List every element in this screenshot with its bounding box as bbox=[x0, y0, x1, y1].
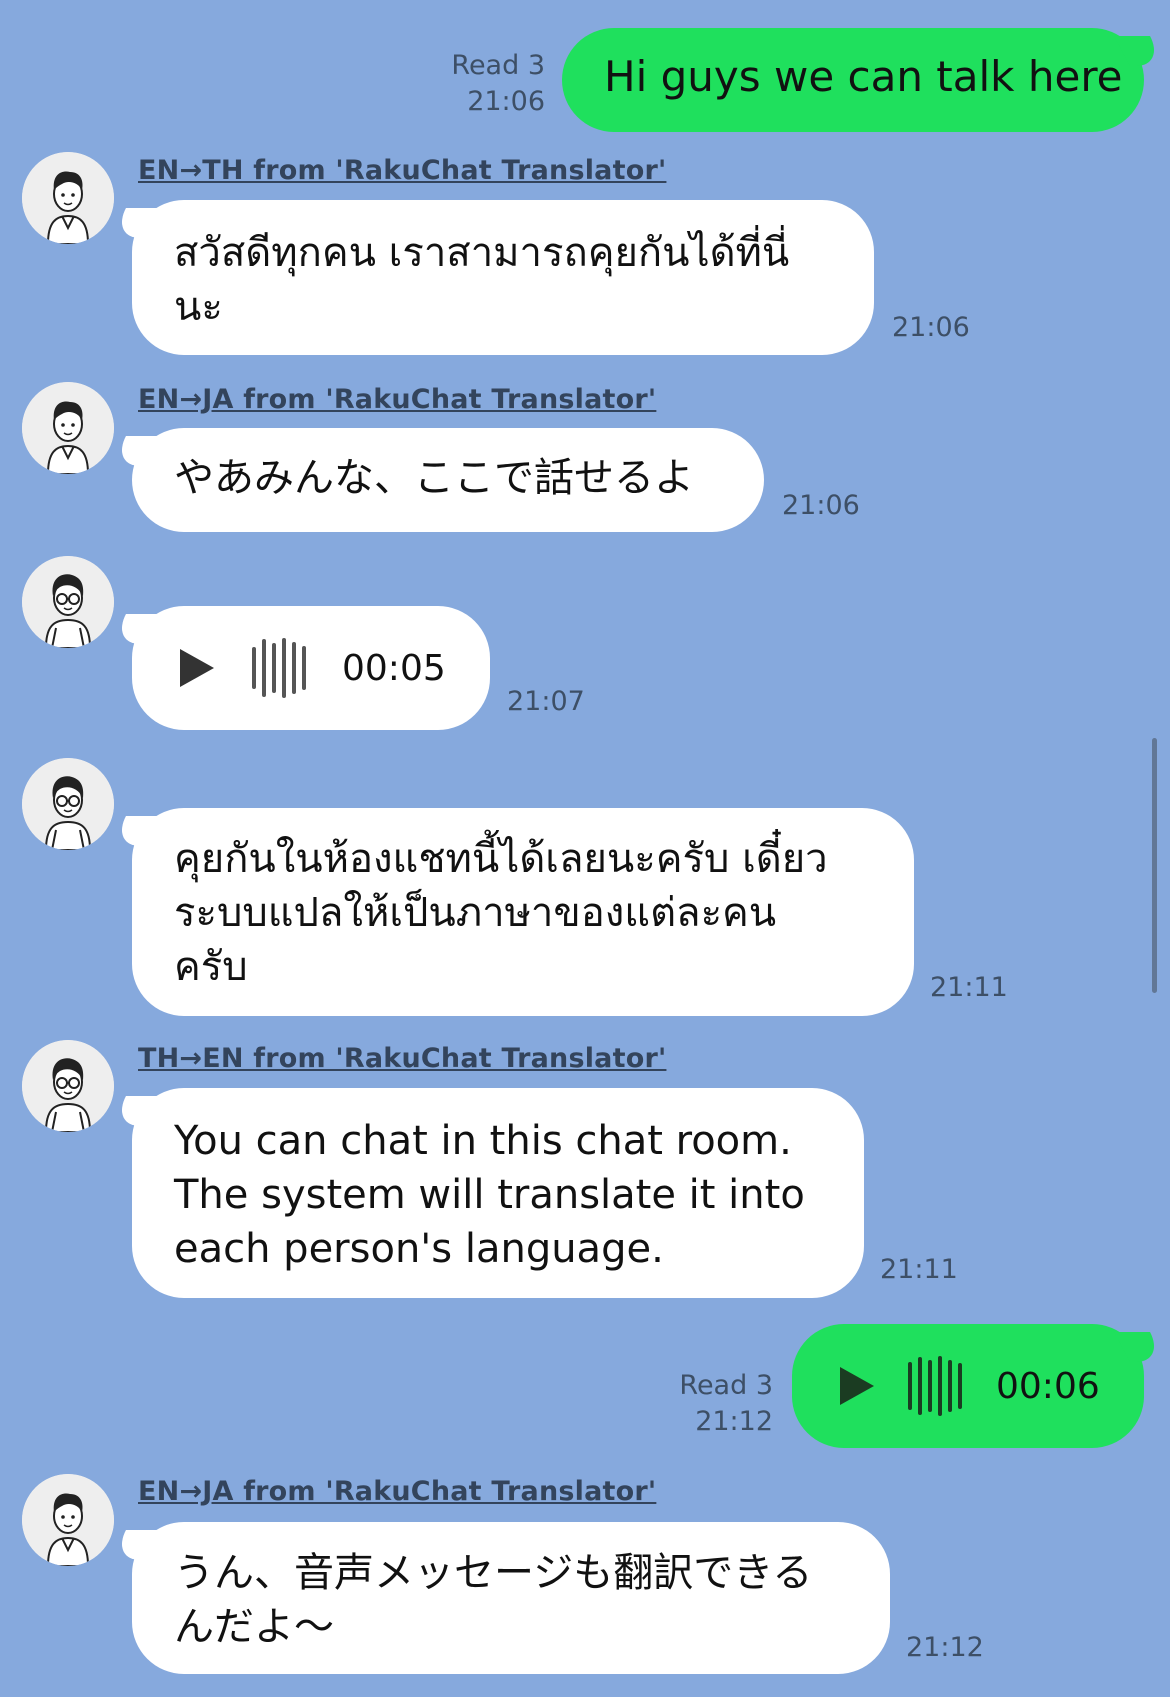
voice-message-bubble[interactable]: 00:05 bbox=[132, 606, 490, 730]
message-text: Hi guys we can talk here bbox=[604, 52, 1123, 101]
voice-player: 00:06 bbox=[792, 1324, 1144, 1448]
message-meta: Read 3 21:12 bbox=[628, 1368, 773, 1440]
man-avatar-icon[interactable] bbox=[22, 1474, 114, 1566]
message-time: 21:07 bbox=[507, 686, 585, 717]
voice-duration: 00:05 bbox=[342, 647, 446, 689]
message-bubble-incoming[interactable]: คุยกันในห้องแชทนี้ได้เลยนะครับ เดี๋ยว ระ… bbox=[132, 808, 914, 1016]
message-bubble-incoming[interactable]: やあみんな、ここで話せるよ bbox=[132, 428, 764, 532]
message-time: 21:12 bbox=[695, 1406, 773, 1437]
voice-player: 00:05 bbox=[132, 606, 490, 730]
message-time: 21:12 bbox=[906, 1632, 984, 1663]
message-text: You can chat in this chat room. The syst… bbox=[174, 1118, 805, 1272]
man-glasses-avatar-icon[interactable] bbox=[22, 556, 114, 648]
chat-screen: Read 3 21:06 Hi guys we can talk here EN… bbox=[0, 0, 1170, 1697]
man-glasses-avatar-icon[interactable] bbox=[22, 758, 114, 850]
voice-duration: 00:06 bbox=[996, 1365, 1100, 1407]
read-status: Read 3 bbox=[451, 50, 545, 81]
man-avatar-icon[interactable] bbox=[22, 152, 114, 244]
message-time: 21:06 bbox=[782, 490, 860, 521]
message-text: やあみんな、ここで話せるよ bbox=[174, 455, 694, 501]
message-time: 21:11 bbox=[930, 972, 1008, 1003]
message-time: 21:06 bbox=[467, 86, 545, 117]
message-meta: Read 3 21:06 bbox=[400, 48, 545, 120]
waveform-icon bbox=[252, 638, 306, 698]
waveform-icon bbox=[908, 1356, 962, 1416]
read-status: Read 3 bbox=[679, 1370, 773, 1401]
message-bubble-incoming[interactable]: うん、音声メッセージも翻訳できる んだよ〜 bbox=[132, 1522, 890, 1674]
translator-sender-label[interactable]: EN→JA from 'RakuChat Translator' bbox=[138, 1476, 656, 1507]
message-bubble-incoming[interactable]: You can chat in this chat room. The syst… bbox=[132, 1088, 864, 1298]
translator-sender-label[interactable]: EN→JA from 'RakuChat Translator' bbox=[138, 384, 656, 415]
play-icon[interactable] bbox=[840, 1367, 874, 1405]
message-time: 21:06 bbox=[892, 312, 970, 343]
voice-message-bubble[interactable]: 00:06 bbox=[792, 1324, 1144, 1448]
message-text: สวัสดีทุกคน เราสามารถคุยกันได้ที่นี่ นะ bbox=[174, 230, 790, 330]
play-icon[interactable] bbox=[180, 649, 214, 687]
scrollbar[interactable] bbox=[1152, 738, 1157, 993]
translator-sender-label[interactable]: TH→EN from 'RakuChat Translator' bbox=[138, 1043, 666, 1074]
man-glasses-avatar-icon[interactable] bbox=[22, 1040, 114, 1132]
message-bubble-incoming[interactable]: สวัสดีทุกคน เราสามารถคุยกันได้ที่นี่ นะ bbox=[132, 200, 874, 355]
translator-sender-label[interactable]: EN→TH from 'RakuChat Translator' bbox=[138, 155, 666, 186]
message-time: 21:11 bbox=[880, 1254, 958, 1285]
message-text: うん、音声メッセージも翻訳できる んだよ〜 bbox=[174, 1550, 813, 1650]
man-avatar-icon[interactable] bbox=[22, 382, 114, 474]
message-text: คุยกันในห้องแชทนี้ได้เลยนะครับ เดี๋ยว ระ… bbox=[174, 836, 828, 990]
message-bubble-outgoing[interactable]: Hi guys we can talk here bbox=[562, 28, 1144, 132]
